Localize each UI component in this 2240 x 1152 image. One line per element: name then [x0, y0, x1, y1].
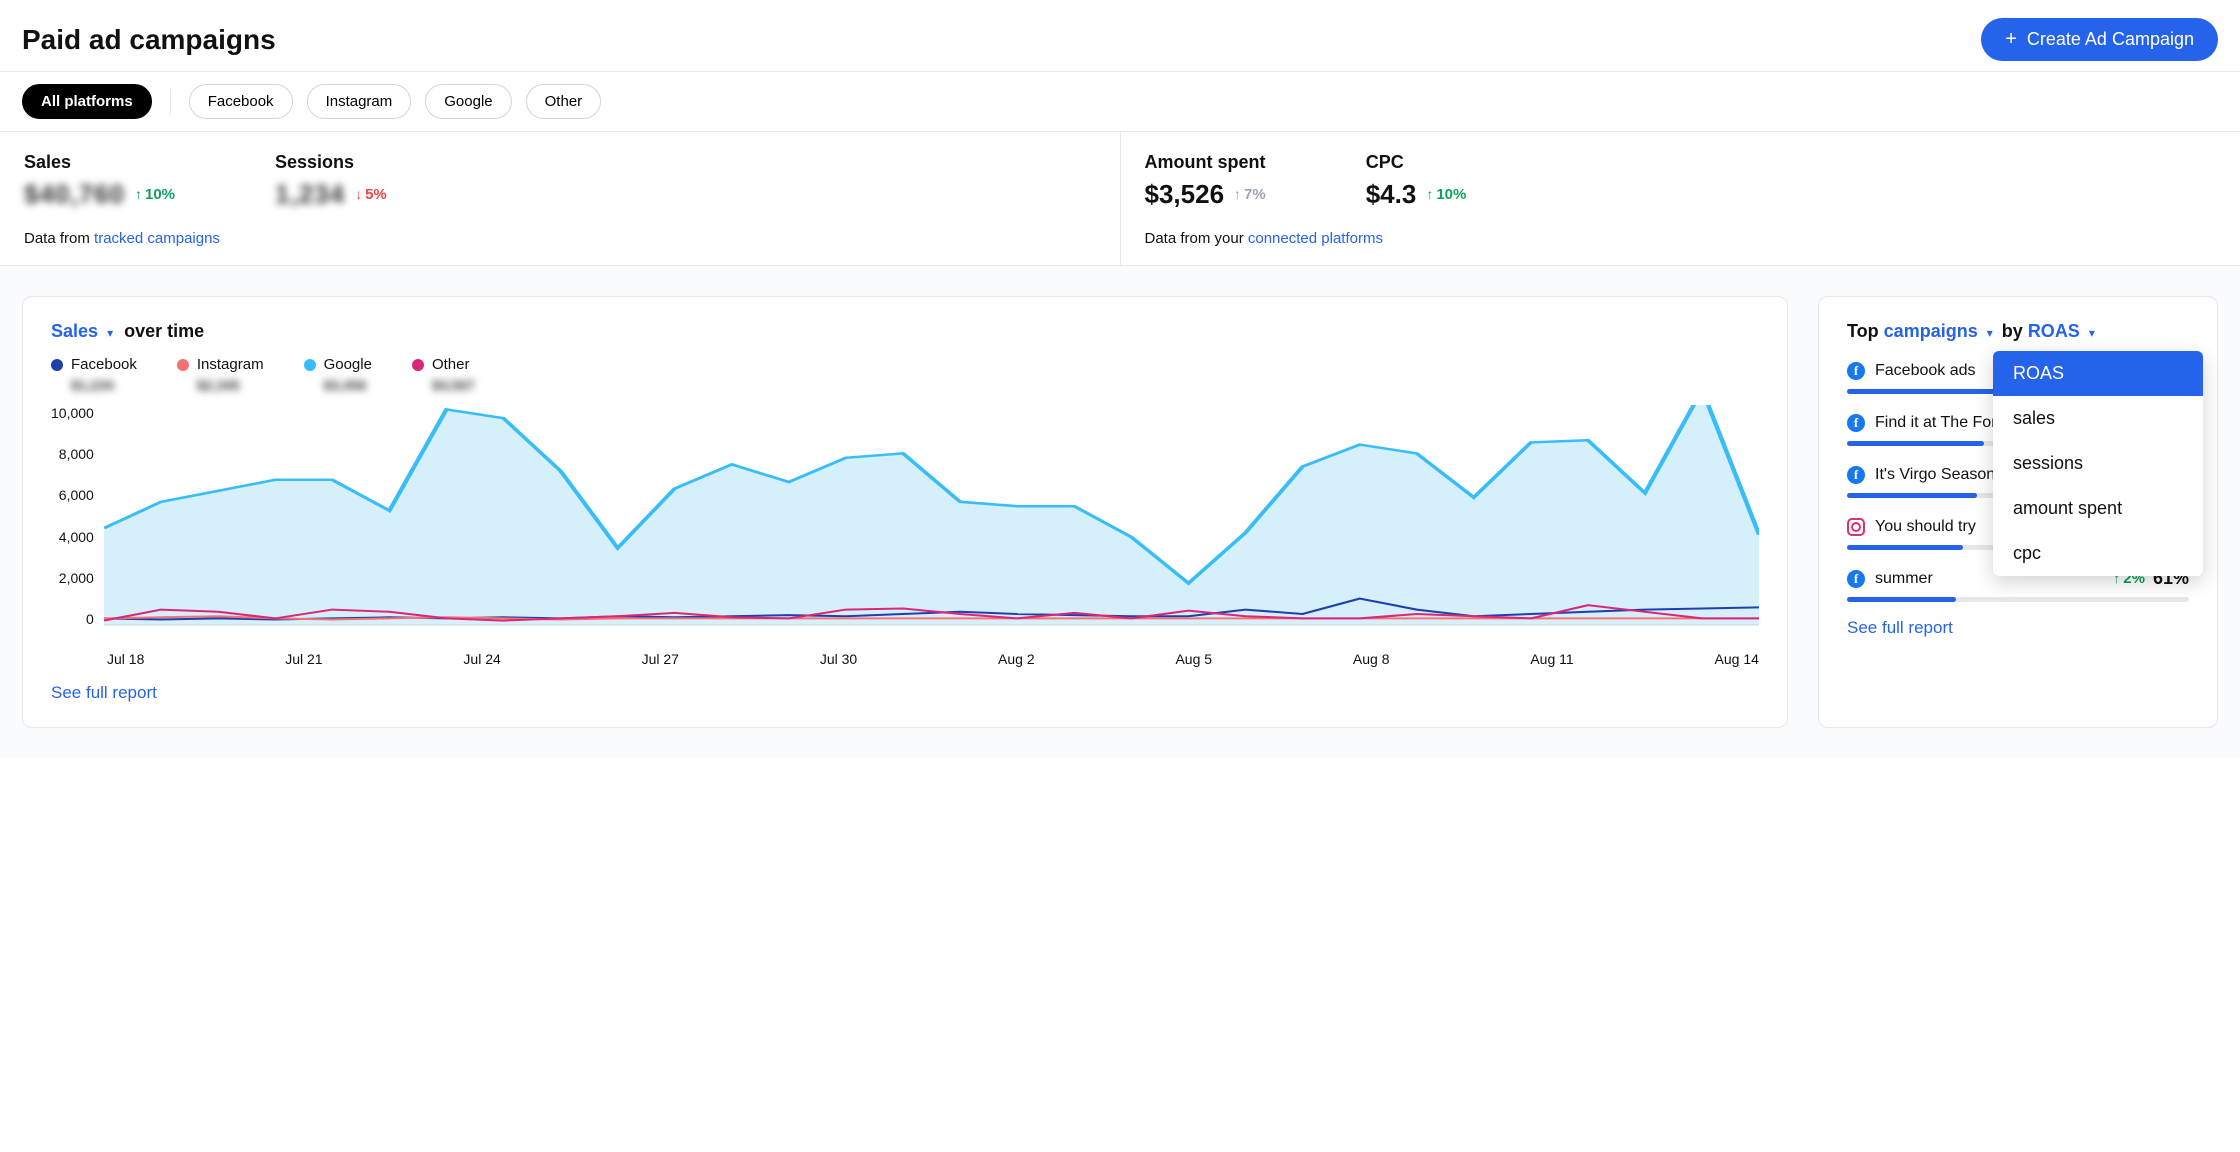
stats-right: Amount spent $3,526 7% CPC $4.3 10% Data… — [1120, 132, 2240, 265]
instagram-icon — [1847, 518, 1865, 536]
dropdown-item-cpc[interactable]: cpc — [1993, 531, 2203, 576]
x-axis: Jul 18 Jul 21 Jul 24 Jul 27 Jul 30 Aug 2… — [107, 651, 1759, 667]
stat-sales: Sales $40,760 10% — [24, 152, 175, 210]
create-campaign-button[interactable]: + Create Ad Campaign — [1981, 18, 2218, 61]
platform-filter-row: All platforms Facebook Instagram Google … — [0, 72, 2240, 132]
sort-dropdown: ROAS sales sessions amount spent cpc — [1993, 351, 2203, 576]
facebook-icon: f — [1847, 466, 1865, 484]
dot-icon — [412, 359, 424, 371]
plus-icon: + — [2005, 28, 2017, 51]
stat-sales-value: $40,760 — [24, 179, 125, 210]
stat-cpc-label: CPC — [1366, 152, 1467, 173]
dropdown-item-sales[interactable]: sales — [1993, 396, 2203, 441]
stat-cpc: CPC $4.3 10% — [1366, 152, 1467, 210]
legend-other: Other $4,567 — [412, 356, 475, 393]
chart-svg — [104, 405, 1759, 645]
stat-sales-label: Sales — [24, 152, 175, 173]
dot-icon — [51, 359, 63, 371]
dropdown-item-roas[interactable]: ROAS — [1993, 351, 2203, 396]
dropdown-item-sessions[interactable]: sessions — [1993, 441, 2203, 486]
page-title: Paid ad campaigns — [22, 24, 276, 56]
header: Paid ad campaigns + Create Ad Campaign — [0, 0, 2240, 71]
arrow-up-icon — [1234, 186, 1241, 203]
campaign-name: Facebook ads — [1875, 362, 1976, 380]
dot-icon — [304, 359, 316, 371]
stat-cpc-delta: 10% — [1426, 186, 1466, 203]
chevron-down-icon: ▾ — [2089, 326, 2095, 340]
stat-cpc-value: $4.3 — [1366, 179, 1417, 210]
filter-other[interactable]: Other — [526, 84, 602, 119]
arrow-up-icon — [1426, 186, 1433, 203]
dropdown-item-amount-spent[interactable]: amount spent — [1993, 486, 2203, 531]
filter-google[interactable]: Google — [425, 84, 511, 119]
filter-divider — [170, 89, 171, 115]
stat-spent-value: $3,526 — [1145, 179, 1225, 210]
create-campaign-label: Create Ad Campaign — [2027, 29, 2194, 50]
stat-sessions-delta: 5% — [355, 186, 387, 203]
campaigns-selector[interactable]: campaigns — [1884, 321, 1978, 341]
campaign-name: Find it at The For — [1875, 414, 1997, 432]
stat-spent-delta: 7% — [1234, 186, 1266, 203]
stat-sales-delta: 10% — [135, 186, 175, 203]
sales-chart-card: Sales ▾ over time Facebook $1,234 Instag… — [22, 296, 1788, 728]
dot-icon — [177, 359, 189, 371]
stat-sessions-label: Sessions — [275, 152, 387, 173]
stat-amount-spent: Amount spent $3,526 7% — [1145, 152, 1266, 210]
chevron-down-icon: ▾ — [107, 326, 113, 340]
facebook-icon: f — [1847, 414, 1865, 432]
filter-facebook[interactable]: Facebook — [189, 84, 293, 119]
stat-sessions-value: 1,234 — [275, 179, 345, 210]
stats-left: Sales $40,760 10% Sessions 1,234 5% Data… — [0, 132, 1120, 265]
chart-over-time: over time — [124, 321, 204, 341]
stats-band: Sales $40,760 10% Sessions 1,234 5% Data… — [0, 132, 2240, 266]
stat-sessions: Sessions 1,234 5% — [275, 152, 387, 210]
chart-header: Sales ▾ over time — [51, 321, 1759, 342]
legend-google: Google $3,456 — [304, 356, 372, 393]
top-campaigns-header: Top campaigns ▾ by ROAS ▾ — [1847, 321, 2189, 342]
chevron-down-icon: ▾ — [1987, 326, 1993, 340]
arrow-up-icon — [135, 186, 142, 203]
campaign-name: It's Virgo Season — [1875, 466, 1995, 484]
sort-selector[interactable]: ROAS — [2028, 321, 2080, 341]
connected-platforms-link[interactable]: connected platforms — [1248, 230, 1383, 247]
facebook-icon: f — [1847, 570, 1865, 588]
side-full-report-link[interactable]: See full report — [1847, 618, 2189, 638]
cards-row: Sales ▾ over time Facebook $1,234 Instag… — [0, 266, 2240, 758]
chart-legend: Facebook $1,234 Instagram $2,345 Google … — [51, 356, 1759, 393]
stats-right-note: Data from your connected platforms — [1145, 230, 2217, 247]
facebook-icon: f — [1847, 362, 1865, 380]
chart-full-report-link[interactable]: See full report — [51, 683, 1759, 703]
legend-facebook: Facebook $1,234 — [51, 356, 137, 393]
y-axis: 10,000 8,000 6,000 4,000 2,000 0 — [51, 405, 104, 627]
stats-left-note: Data from tracked campaigns — [24, 230, 1096, 247]
top-campaigns-card: Top campaigns ▾ by ROAS ▾ ROAS sales ses… — [1818, 296, 2218, 728]
chart-plot: 10,000 8,000 6,000 4,000 2,000 0 Jul 18 … — [51, 405, 1759, 667]
campaign-name: summer — [1875, 570, 1933, 588]
chart-metric-selector[interactable]: Sales — [51, 321, 98, 341]
arrow-down-icon — [355, 186, 362, 203]
filter-instagram[interactable]: Instagram — [307, 84, 412, 119]
campaign-name: You should try — [1875, 518, 1976, 536]
filter-all-platforms[interactable]: All platforms — [22, 84, 152, 119]
stat-spent-label: Amount spent — [1145, 152, 1266, 173]
tracked-campaigns-link[interactable]: tracked campaigns — [94, 230, 220, 247]
campaign-bar — [1847, 597, 2189, 602]
legend-instagram: Instagram $2,345 — [177, 356, 264, 393]
